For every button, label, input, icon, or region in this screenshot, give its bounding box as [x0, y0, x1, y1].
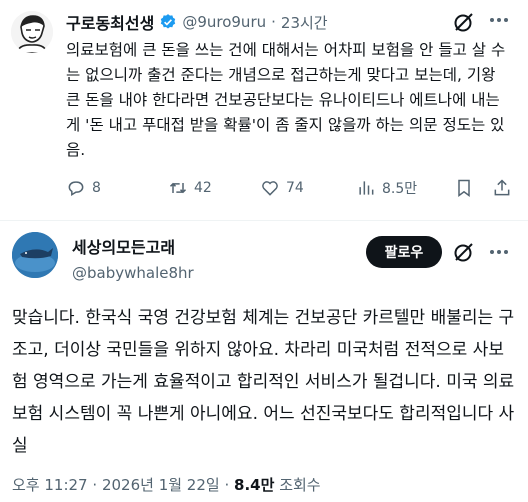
display-name[interactable]: 구로동최선생 [66, 10, 154, 34]
separator: · [271, 13, 276, 31]
tweet-text: 의료보험에 큰 돈을 쓰는 건에 대해서는 어차피 보험을 안 들고 살 수는 … [66, 41, 506, 159]
share-button[interactable] [492, 178, 512, 198]
grok-icon[interactable] [452, 10, 476, 38]
retweet-count: 42 [194, 180, 212, 196]
timestamp[interactable]: 23시간 [281, 12, 328, 33]
grok-icon[interactable] [452, 240, 476, 268]
post-time[interactable]: 오후 11:27 [12, 476, 88, 494]
divider [0, 220, 528, 221]
bookmark-button[interactable] [454, 178, 474, 198]
reply-button[interactable]: 8 [66, 178, 101, 198]
follow-button[interactable]: 팔로우 [366, 236, 442, 268]
view-label: 조회수 [279, 476, 321, 494]
handle[interactable]: @babywhale8hr [72, 264, 194, 282]
view-count: 8.4만 [234, 476, 275, 494]
retweet-icon [169, 182, 187, 194]
like-count: 74 [286, 180, 304, 196]
avatar[interactable] [11, 11, 53, 53]
separator: · [92, 476, 98, 494]
handle[interactable]: @9uro9uru [182, 13, 266, 31]
views-button[interactable]: 8.5만 [356, 178, 417, 198]
more-icon[interactable] [490, 250, 508, 254]
verified-badge-icon [159, 13, 177, 31]
views-icon [359, 181, 374, 195]
reply-count: 8 [92, 180, 101, 196]
tweet-header: 구로동최선생 @9uro9uru · 23시간 [66, 10, 328, 34]
user-info: 세상의모든고래 @babywhale8hr [72, 234, 194, 282]
share-icon [494, 179, 510, 196]
post-date[interactable]: 2026년 1월 22일 [102, 476, 220, 494]
separator: · [224, 476, 230, 494]
retweet-button[interactable]: 42 [168, 178, 212, 198]
bookmark-icon [458, 179, 470, 197]
avatar[interactable] [12, 232, 58, 278]
reply-icon [68, 181, 84, 196]
view-count: 8.5만 [382, 181, 418, 197]
whale-avatar-icon [12, 232, 58, 278]
tweet-meta: 오후 11:27 · 2026년 1월 22일 · 8.4만 조회수 [12, 474, 321, 495]
avatar-illustration-icon [11, 11, 53, 53]
display-name[interactable]: 세상의모든고래 [72, 234, 194, 258]
like-button[interactable]: 74 [260, 178, 304, 198]
action-bar: 8 42 74 8.5만 [66, 178, 516, 208]
more-icon[interactable] [490, 18, 508, 22]
like-icon [262, 181, 278, 196]
tweet-text: 맞습니다. 한국식 국영 건강보험 체계는 건보공단 카르텔만 배불리는 구조고… [12, 308, 515, 456]
